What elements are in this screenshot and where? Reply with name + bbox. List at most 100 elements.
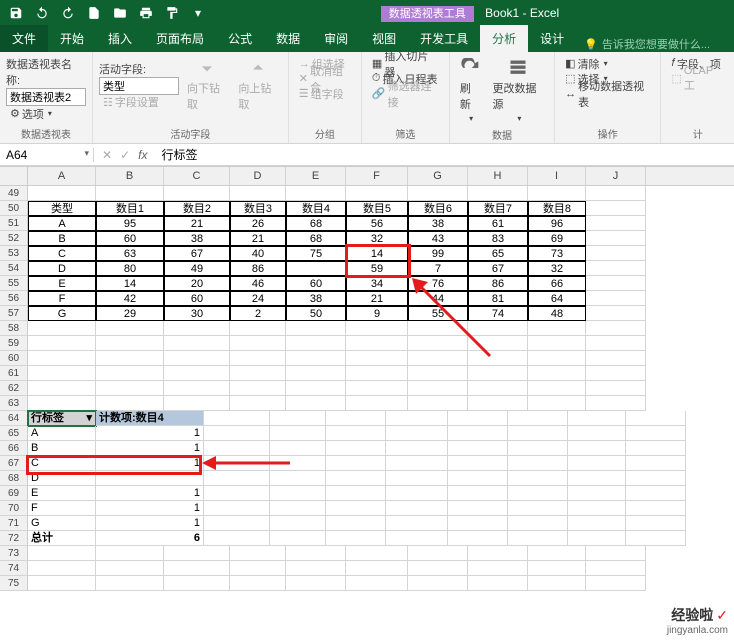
cell[interactable] (286, 381, 346, 396)
cell[interactable] (448, 411, 508, 426)
cell[interactable] (286, 396, 346, 411)
row-header[interactable]: 72 (0, 531, 28, 546)
cell[interactable]: 59 (346, 261, 408, 276)
cell[interactable] (286, 186, 346, 201)
cell[interactable] (528, 351, 586, 366)
cell[interactable] (326, 471, 386, 486)
cell[interactable] (448, 531, 508, 546)
row-header[interactable]: 74 (0, 561, 28, 576)
cell[interactable] (28, 546, 96, 561)
cell[interactable]: 数目1 (96, 201, 164, 216)
change-source-button[interactable]: 更改数据源▾ (489, 56, 549, 125)
cell[interactable] (270, 501, 326, 516)
cell[interactable] (568, 516, 626, 531)
cell[interactable]: 74 (468, 306, 528, 321)
cell[interactable] (230, 351, 286, 366)
cell[interactable] (204, 471, 270, 486)
cell[interactable] (346, 546, 408, 561)
cell[interactable] (508, 426, 568, 441)
cell[interactable] (626, 471, 686, 486)
cell[interactable]: B (28, 231, 96, 246)
clear-button[interactable]: ◧清除▾ (561, 56, 654, 71)
cell[interactable] (528, 366, 586, 381)
cell[interactable] (528, 336, 586, 351)
row-header[interactable]: 49 (0, 186, 28, 201)
cell[interactable]: 7 (408, 261, 468, 276)
cell[interactable] (346, 396, 408, 411)
cell[interactable] (586, 276, 646, 291)
cell[interactable]: 75 (286, 246, 346, 261)
tab-insert[interactable]: 插入 (96, 25, 144, 52)
cell[interactable]: 66 (528, 276, 586, 291)
cell[interactable] (468, 561, 528, 576)
cell[interactable] (286, 351, 346, 366)
cell[interactable]: A (28, 426, 96, 441)
formula-value[interactable]: 行标签 (155, 146, 203, 163)
pt-options-button[interactable]: ⚙选项▾ (6, 106, 86, 121)
cell[interactable] (448, 441, 508, 456)
cell[interactable]: 数目4 (286, 201, 346, 216)
cell[interactable] (326, 456, 386, 471)
cell[interactable]: 55 (408, 306, 468, 321)
cell[interactable] (386, 411, 448, 426)
cell[interactable] (468, 336, 528, 351)
cell[interactable] (586, 291, 646, 306)
cell[interactable]: 21 (230, 231, 286, 246)
cell[interactable] (286, 261, 346, 276)
cell[interactable]: 69 (528, 231, 586, 246)
tell-me[interactable]: 💡 告诉我您想要做什么... (576, 36, 718, 52)
cell[interactable] (326, 531, 386, 546)
row-header[interactable]: 55 (0, 276, 28, 291)
cell[interactable] (386, 486, 448, 501)
cell[interactable]: 68 (286, 216, 346, 231)
cell[interactable]: 64 (528, 291, 586, 306)
cell[interactable] (28, 186, 96, 201)
cell[interactable]: 38 (164, 231, 230, 246)
cell[interactable] (164, 366, 230, 381)
cell[interactable] (408, 321, 468, 336)
cell[interactable] (568, 531, 626, 546)
cell[interactable]: 86 (468, 276, 528, 291)
cell[interactable] (96, 336, 164, 351)
cell[interactable] (408, 576, 468, 591)
cell[interactable] (230, 546, 286, 561)
cell[interactable] (448, 486, 508, 501)
cell[interactable] (286, 366, 346, 381)
cell[interactable] (508, 486, 568, 501)
cell[interactable] (586, 336, 646, 351)
row-header[interactable]: 66 (0, 441, 28, 456)
cell[interactable] (626, 531, 686, 546)
cell[interactable] (586, 351, 646, 366)
row-header[interactable]: 70 (0, 501, 28, 516)
cell[interactable]: 80 (96, 261, 164, 276)
row-header[interactable]: 52 (0, 231, 28, 246)
col-header[interactable]: I (528, 167, 586, 185)
cell[interactable] (586, 231, 646, 246)
cell[interactable] (508, 456, 568, 471)
cell[interactable]: F (28, 501, 96, 516)
cell[interactable] (326, 441, 386, 456)
cell[interactable] (204, 441, 270, 456)
cell[interactable] (164, 576, 230, 591)
cell[interactable] (96, 396, 164, 411)
af-input[interactable] (99, 77, 179, 95)
cell[interactable]: 1 (96, 501, 204, 516)
col-header[interactable]: F (346, 167, 408, 185)
cell[interactable]: 46 (230, 276, 286, 291)
cell[interactable] (346, 381, 408, 396)
cell[interactable] (508, 531, 568, 546)
cell[interactable] (468, 366, 528, 381)
cell[interactable]: 34 (346, 276, 408, 291)
print-icon[interactable] (134, 3, 158, 23)
cell[interactable] (326, 486, 386, 501)
cell[interactable]: G (28, 306, 96, 321)
cell[interactable]: 60 (286, 276, 346, 291)
cell[interactable]: B (28, 441, 96, 456)
cell[interactable] (386, 426, 448, 441)
cell[interactable] (230, 366, 286, 381)
tab-review[interactable]: 审阅 (312, 25, 360, 52)
cell[interactable]: A (28, 216, 96, 231)
cell[interactable]: 2 (230, 306, 286, 321)
cell[interactable] (346, 561, 408, 576)
cell[interactable]: 数目7 (468, 201, 528, 216)
